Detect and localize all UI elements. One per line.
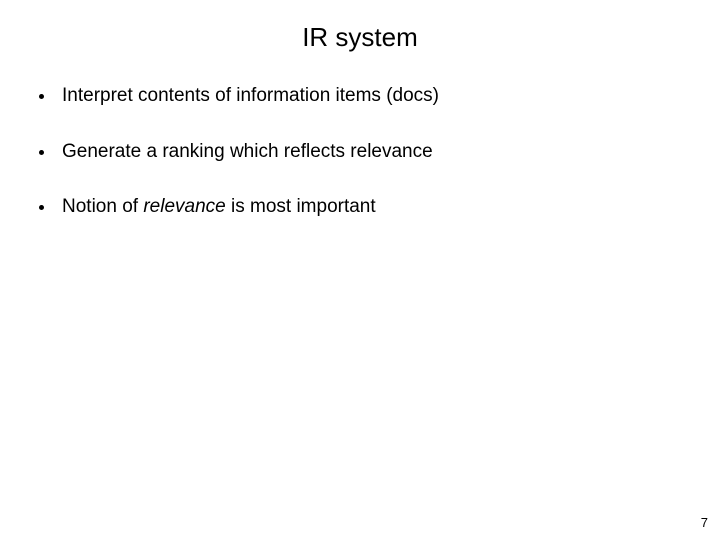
slide-title: IR system [0, 0, 720, 83]
list-item: Generate a ranking which reflects releva… [56, 139, 720, 165]
list-item: Interpret contents of information items … [56, 83, 720, 109]
bullet-list: Interpret contents of information items … [0, 83, 720, 220]
page-number: 7 [701, 515, 708, 530]
list-item: Notion of relevance is most important [56, 194, 720, 220]
